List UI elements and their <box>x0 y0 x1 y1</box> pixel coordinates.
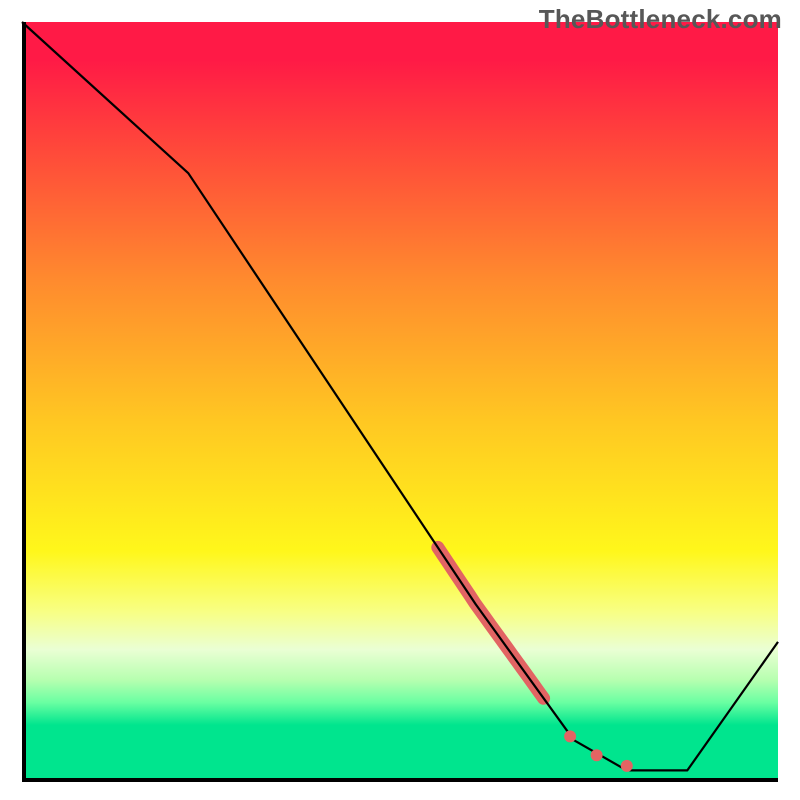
bottleneck-chart: TheBottleneck.com <box>0 0 800 800</box>
x-axis <box>22 778 778 782</box>
data-point <box>621 760 633 772</box>
data-points <box>564 730 633 772</box>
bottleneck-curve <box>22 22 778 770</box>
data-point <box>591 749 603 761</box>
watermark-label: TheBottleneck.com <box>539 4 782 35</box>
chart-svg <box>22 22 778 778</box>
data-point <box>564 730 576 742</box>
